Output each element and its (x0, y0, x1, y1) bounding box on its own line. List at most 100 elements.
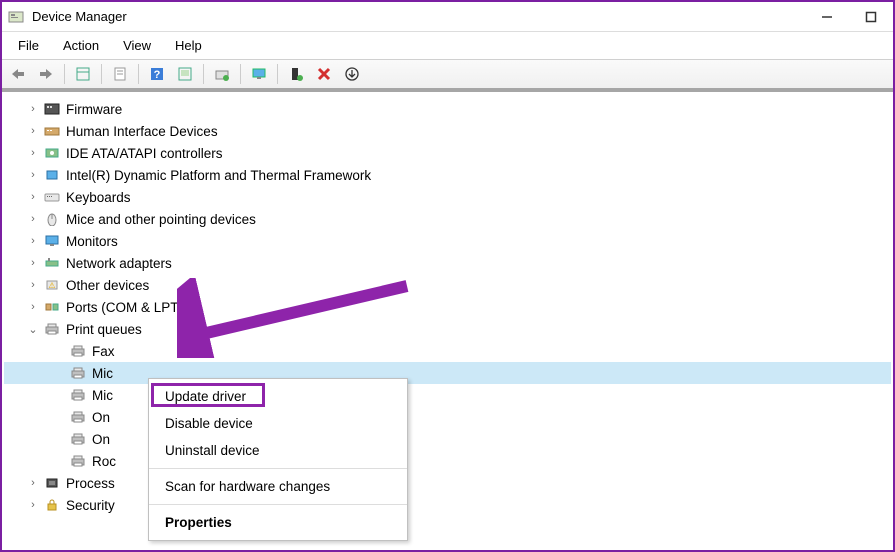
svg-text:?: ? (154, 69, 161, 81)
security-icon (43, 497, 61, 513)
tree-node[interactable]: ⌄Print queues (4, 318, 891, 340)
help-icon[interactable]: ? (145, 62, 169, 86)
tree-node-label: Human Interface Devices (66, 124, 218, 139)
tree-node-label: Process (66, 476, 115, 491)
tree-node[interactable]: On (4, 428, 891, 450)
tree-node[interactable]: › Human Interface Devices (4, 120, 891, 142)
menu-view[interactable]: View (113, 35, 161, 56)
device-tree-panel: ›Firmware›Human Interface Devices›IDE AT… (2, 90, 893, 546)
toolbar-separator (203, 64, 204, 84)
expander-icon[interactable]: › (26, 301, 40, 313)
titlebar: Device Manager (2, 2, 893, 32)
tree-node-label: Mic (92, 388, 113, 403)
tree-node[interactable]: › Ports (COM & LPT) (4, 296, 891, 318)
window-title: Device Manager (32, 9, 817, 24)
printer-icon (69, 409, 87, 425)
context-menu-item[interactable]: Uninstall device (149, 437, 407, 464)
back-button[interactable] (6, 62, 30, 86)
context-menu-item[interactable]: Update driver (149, 383, 407, 410)
menubar: File Action View Help (2, 32, 893, 60)
printer-icon (69, 453, 87, 469)
menu-file[interactable]: File (8, 35, 49, 56)
toolbar-separator (64, 64, 65, 84)
monitor-tool-icon[interactable] (247, 62, 271, 86)
expander-icon[interactable]: › (26, 477, 40, 489)
tree-node[interactable]: › Keyboards (4, 186, 891, 208)
tree-node-label: Monitors (66, 234, 118, 249)
scan-icon[interactable] (173, 62, 197, 86)
enable-device-icon[interactable] (284, 62, 308, 86)
forward-button[interactable] (34, 62, 58, 86)
tree-node[interactable]: › Monitors (4, 230, 891, 252)
printer-icon (69, 431, 87, 447)
expander-icon[interactable]: › (26, 103, 40, 115)
expander-icon[interactable]: › (26, 147, 40, 159)
monitor-icon (43, 233, 61, 249)
tree-node[interactable]: On (4, 406, 891, 428)
expander-icon[interactable]: › (26, 125, 40, 137)
hid-icon (43, 123, 61, 139)
tree-node[interactable]: › Network adapters (4, 252, 891, 274)
mouse-icon (43, 211, 61, 227)
expander-icon[interactable]: ⌄ (26, 323, 40, 336)
toolbar-separator (138, 64, 139, 84)
tree-node[interactable]: ›Mice and other pointing devices (4, 208, 891, 230)
context-menu-item[interactable]: Properties (149, 509, 407, 536)
tree-node-label: Network adapters (66, 256, 172, 271)
tree-node[interactable]: Mic (4, 384, 891, 406)
maximize-button[interactable] (861, 7, 881, 27)
context-menu-item[interactable]: Scan for hardware changes (149, 473, 407, 500)
expander-icon[interactable]: › (26, 213, 40, 225)
printer-icon (69, 365, 87, 381)
menu-action[interactable]: Action (53, 35, 109, 56)
app-icon (8, 9, 24, 25)
tree-node-label: IDE ATA/ATAPI controllers (66, 146, 223, 161)
properties-icon[interactable] (108, 62, 132, 86)
expander-icon[interactable]: › (26, 235, 40, 247)
expander-icon[interactable]: › (26, 257, 40, 269)
toolbar-separator (277, 64, 278, 84)
expander-icon[interactable]: › (26, 499, 40, 511)
tree-node[interactable]: ›Firmware (4, 98, 891, 120)
printer-icon (69, 343, 87, 359)
toolbar-separator (240, 64, 241, 84)
tree-node[interactable]: › IDE ATA/ATAPI controllers (4, 142, 891, 164)
context-menu-item[interactable]: Disable device (149, 410, 407, 437)
tree-node-label: On (92, 410, 110, 425)
tree-node-label: Intel(R) Dynamic Platform and Thermal Fr… (66, 168, 371, 183)
update-driver-icon[interactable] (210, 62, 234, 86)
ide-icon (43, 145, 61, 161)
expander-icon[interactable]: › (26, 191, 40, 203)
tree-node[interactable]: › Intel(R) Dynamic Platform and Thermal F… (4, 164, 891, 186)
window-controls (817, 7, 881, 27)
tree-node-label: Other devices (66, 278, 149, 293)
uninstall-icon[interactable] (312, 62, 336, 86)
expander-icon[interactable]: › (26, 279, 40, 291)
down-arrow-icon[interactable] (340, 62, 364, 86)
show-hide-icon[interactable] (71, 62, 95, 86)
tree-node-label: On (92, 432, 110, 447)
tree-node[interactable]: ›Security (4, 494, 891, 516)
tree-node-label: Ports (COM & LPT) (66, 300, 183, 315)
context-menu: Update driverDisable deviceUninstall dev… (148, 378, 408, 541)
svg-text:⚠: ⚠ (48, 281, 55, 290)
tree-node-label: Keyboards (66, 190, 131, 205)
context-menu-separator (149, 504, 407, 505)
minimize-button[interactable] (817, 7, 837, 27)
printer-icon (43, 321, 61, 337)
other-icon: ⚠ (43, 277, 61, 293)
device-tree: ›Firmware›Human Interface Devices›IDE AT… (4, 98, 891, 516)
tree-node[interactable]: Mic (4, 362, 891, 384)
tree-node[interactable]: Fax (4, 340, 891, 362)
tree-node[interactable]: › Process (4, 472, 891, 494)
printer-icon (69, 387, 87, 403)
network-icon (43, 255, 61, 271)
context-menu-separator (149, 468, 407, 469)
menu-help[interactable]: Help (165, 35, 212, 56)
processor-icon (43, 475, 61, 491)
tree-node[interactable]: › ⚠ Other devices (4, 274, 891, 296)
expander-icon[interactable]: › (26, 169, 40, 181)
tree-node[interactable]: Roc (4, 450, 891, 472)
tree-node-label: Fax (92, 344, 115, 359)
toolbar-separator (101, 64, 102, 84)
